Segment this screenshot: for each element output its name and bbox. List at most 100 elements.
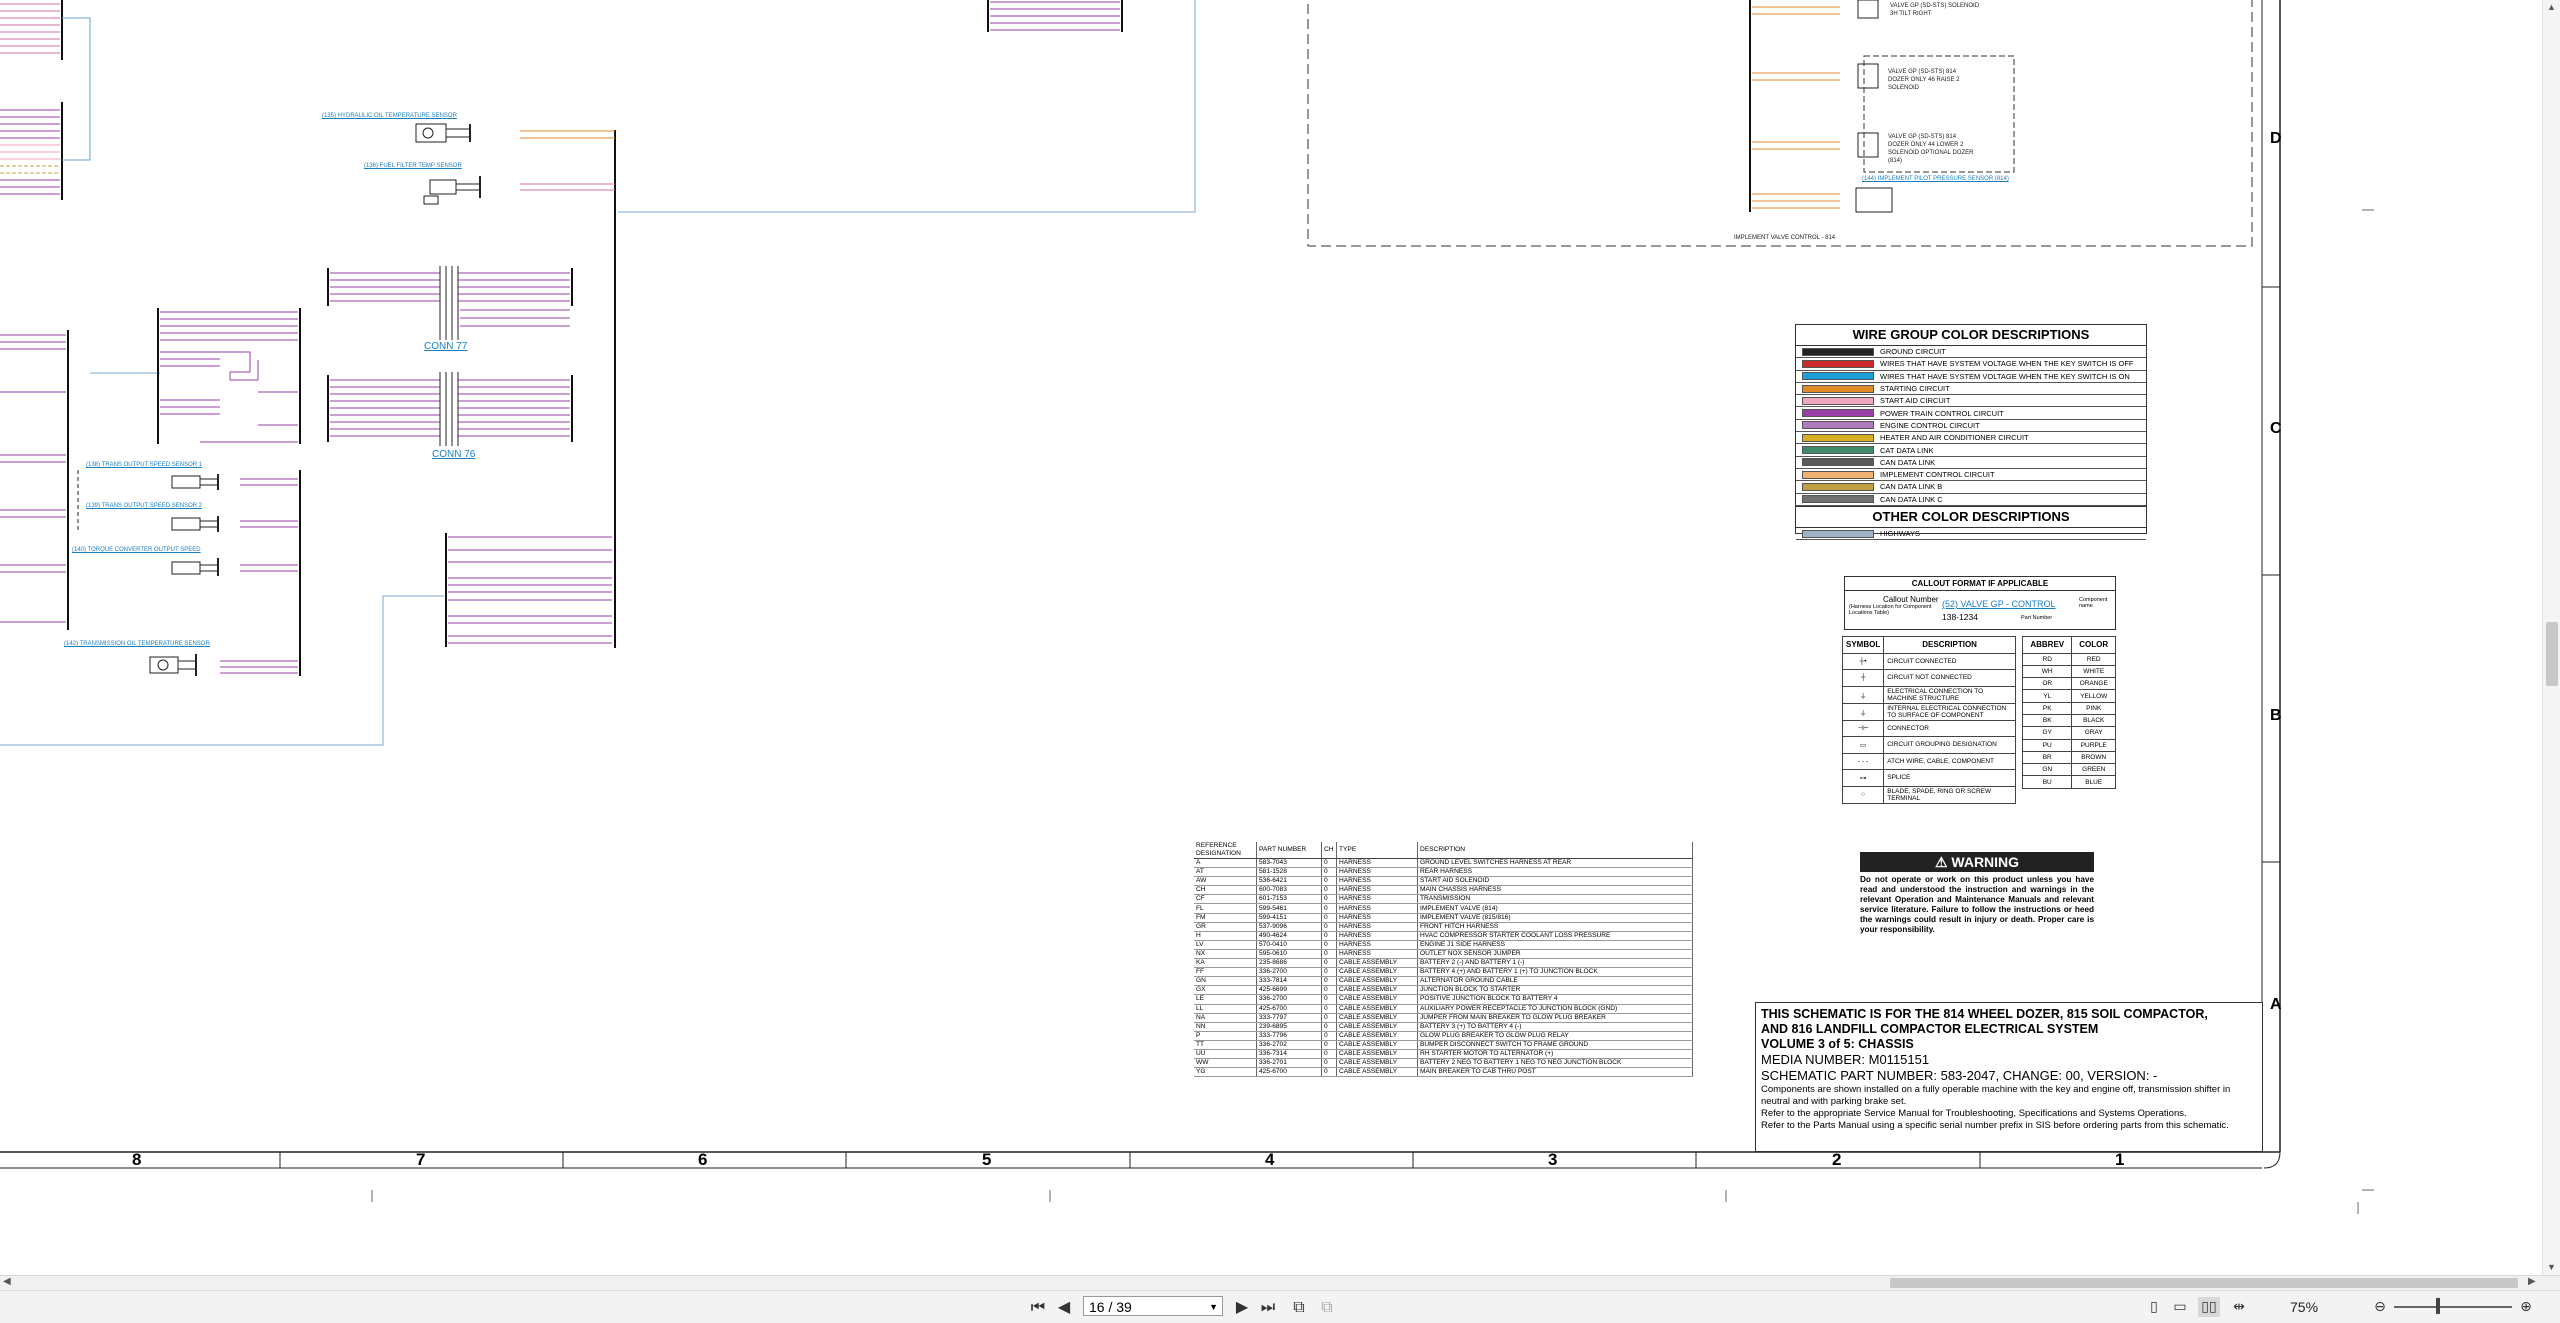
reference-cell: 601-7153	[1256, 894, 1322, 905]
reference-cell: 0	[1321, 1040, 1337, 1050]
scroll-up-icon[interactable]: ▲	[2547, 2, 2556, 12]
symbol-header: SYMBOL	[1841, 636, 1885, 654]
reference-cell: AW	[1194, 876, 1257, 887]
abbrev-row: GY GRAY	[2021, 726, 2116, 740]
warning-title: WARNING	[1951, 854, 2020, 870]
reference-cell: 425-6700	[1256, 1004, 1322, 1014]
legend-row: WIRES THAT HAVE SYSTEM VOLTAGE WHEN THE …	[1796, 371, 2146, 383]
reference-cell: 0	[1321, 1004, 1337, 1014]
abbrev-code: GN	[2021, 763, 2073, 777]
next-page-icon[interactable]: ▶	[1232, 1297, 1252, 1317]
valve-raise-label: VALVE GP (SD-STS) 814 DOZER ONLY 46 RAIS…	[1888, 69, 1960, 91]
zoom-slider[interactable]	[2394, 1306, 2512, 1308]
reference-cell: BATTERY 2 (-) AND BATTERY 1 (-)	[1417, 958, 1693, 969]
reference-cell: WW	[1194, 1058, 1257, 1069]
component-name-note: Component name	[2079, 597, 2108, 609]
reference-cell: BATTERY 2 NEG TO BATTERY 1 NEG TO NEG JU…	[1417, 1058, 1693, 1069]
reference-cell: 0	[1321, 976, 1337, 987]
grid-row-b: B	[2270, 707, 2282, 724]
fuel-temp-sensor-link[interactable]: (136) FUEL FILTER TEMP SENSOR	[364, 162, 462, 170]
scroll-down-icon[interactable]: ▼	[2547, 1262, 2556, 1272]
page-dropdown-icon[interactable]: ▼	[1209, 1297, 1218, 1317]
title-block: THIS SCHEMATIC IS FOR THE 814 WHEEL DOZE…	[1755, 1002, 2263, 1152]
abbrev-code: GY	[2021, 726, 2073, 740]
reference-cell: IMPLEMENT VALVE (815/816)	[1417, 913, 1693, 923]
reference-cell: HARNESS	[1336, 894, 1418, 905]
reference-row: FF 336-2700 0 CABLE ASSEMBLY BATTERY 4 (+) A…	[1194, 967, 1693, 978]
legend-row: GROUND CIRCUIT	[1796, 346, 2146, 359]
reference-cell: HARNESS	[1336, 858, 1418, 869]
grid-col-6: 6	[698, 1150, 708, 1169]
symbol-description: ELECTRICAL CONNECTION TO MACHINE STRUCTU…	[1883, 685, 2016, 704]
legend-label: WIRES THAT HAVE SYSTEM VOLTAGE WHEN THE …	[1880, 359, 2134, 369]
callout-link-example[interactable]: (52) VALVE GP - CONTROL	[1942, 599, 2056, 609]
pilot-pressure-sensor-link[interactable]: (144) IMPLEMENT PILOT PRESSURE SENSOR (8…	[1862, 175, 2009, 183]
reference-cell: 0	[1321, 922, 1337, 932]
reference-row: FL 599-5461 0 HARNESS IMPLEMENT VALVE (814)	[1194, 903, 1693, 914]
zoom-slider-knob[interactable]	[2436, 1298, 2440, 1314]
legend-row: WIRES THAT HAVE SYSTEM VOLTAGE WHEN THE …	[1796, 358, 2146, 371]
grid-col-1: 1	[2115, 1150, 2125, 1169]
grid-col-5: 5	[982, 1150, 992, 1169]
last-page-icon[interactable]: ⏭	[1258, 1297, 1278, 1317]
media-number: MEDIA NUMBER: M0115151	[1761, 1052, 1930, 1067]
first-page-icon[interactable]: ⏮	[1028, 1297, 1048, 1317]
legend-swatch	[1802, 529, 1874, 538]
reference-cell: 0	[1321, 894, 1337, 905]
reference-cell: POSITIVE JUNCTION BLOCK TO BATTERY 4	[1417, 994, 1693, 1005]
reference-cell: 0	[1321, 876, 1337, 887]
page-number-input[interactable]: 16 / 39 ▼	[1083, 1296, 1223, 1316]
zoom-in-icon[interactable]: ⊕	[2516, 1297, 2536, 1317]
vertical-scrollbar[interactable]: ▲ ▼	[2542, 0, 2560, 1275]
symbol-glyph: - - -	[1841, 752, 1885, 770]
spread-icon[interactable]: ⇹	[2228, 1297, 2250, 1317]
warning-header: ⚠ WARNING	[1860, 852, 2094, 872]
callout-format-box: CALLOUT FORMAT IF APPLICABLE Callout Num…	[1844, 576, 2116, 630]
reference-cell: 0	[1321, 985, 1337, 996]
zoom-out-icon[interactable]: ⊖	[2370, 1297, 2390, 1317]
legend-label: POWER TRAIN CONTROL CIRCUIT	[1880, 408, 2004, 418]
horizontal-scroll-thumb[interactable]	[1890, 1278, 2518, 1288]
reference-cell: 333-7814	[1256, 976, 1322, 987]
reference-cell: 336-7314	[1256, 1049, 1322, 1060]
reference-cell: 0	[1321, 1049, 1337, 1060]
reference-row: AT 581-1528 0 HARNESS REAR HARNESS	[1194, 867, 1693, 878]
hyd-temp-sensor-link[interactable]: (135) HYDRAULIC OIL TEMPERATURE SENSOR	[322, 112, 457, 120]
reference-cell: CABLE ASSEMBLY	[1336, 994, 1418, 1005]
continuous-page-icon[interactable]: ▭	[2170, 1297, 2190, 1317]
scroll-right-icon[interactable]: ▶	[2528, 1276, 2536, 1287]
reference-cell: NX	[1194, 949, 1257, 960]
conn-77-label[interactable]: CONN 77	[424, 341, 467, 352]
grid-col-3: 3	[1548, 1150, 1558, 1169]
previous-page-icon[interactable]: ◀	[1054, 1297, 1074, 1317]
abbrev-row: WH WHITE	[2021, 664, 2116, 679]
single-page-icon[interactable]: ▯	[2144, 1297, 2164, 1317]
zoom-level[interactable]: 75%	[2290, 1297, 2318, 1317]
symbol-glyph: ┼•	[1841, 652, 1885, 670]
reference-cell: 0	[1321, 858, 1337, 869]
fit-width-icon[interactable]: ⧉	[1316, 1297, 1338, 1317]
reference-cell: RH STARTER MOTOR TO ALTERNATOR (+)	[1417, 1049, 1693, 1060]
fit-page-icon[interactable]: ⧉	[1288, 1297, 1310, 1317]
title-note-2: Refer to the appropriate Service Manual …	[1761, 1108, 2187, 1119]
reference-row: YG 425-6700 0 CABLE ASSEMBLY MAIN BREAKER TO…	[1194, 1067, 1693, 1078]
trans-oil-temp-link[interactable]: (142) TRANSMISSION OIL TEMPERATURE SENSO…	[64, 640, 210, 648]
symbol-glyph: ┼	[1841, 669, 1885, 687]
two-page-icon[interactable]: ▯▯	[2198, 1297, 2220, 1317]
symbol-row: ⏚ ELECTRICAL CONNECTION TO MACHINE STRUCT…	[1841, 685, 2016, 704]
horizontal-scrollbar[interactable]: ◀ ▶	[0, 1275, 2560, 1290]
conn-76-label[interactable]: CONN 76	[432, 449, 475, 460]
abbrev-color: GREEN	[2071, 763, 2116, 777]
output-speed-sensor-2-link[interactable]: (139) TRANS OUTPUT SPEED SENSOR 2	[86, 502, 202, 510]
legend-label: CAN DATA LINK	[1880, 457, 1936, 467]
vertical-scroll-thumb[interactable]	[2546, 622, 2558, 686]
reference-row: CF 601-7153 0 HARNESS TRANSMISSION	[1194, 894, 1693, 905]
reference-cell: 0	[1321, 1013, 1337, 1023]
reference-cell: 0	[1321, 867, 1337, 878]
warning-box: ⚠ WARNING Do not operate or work on this…	[1860, 852, 2094, 935]
scroll-left-icon[interactable]: ◀	[3, 1276, 11, 1287]
reference-cell: 336-2700	[1256, 994, 1322, 1005]
output-speed-sensor-1-link[interactable]: (138) TRANS OUTPUT SPEED SENSOR 1	[86, 461, 202, 469]
torque-converter-link[interactable]: (140) TORQUE CONVERTER OUTPUT SPEED	[72, 546, 201, 554]
reference-cell: 0	[1321, 903, 1337, 914]
